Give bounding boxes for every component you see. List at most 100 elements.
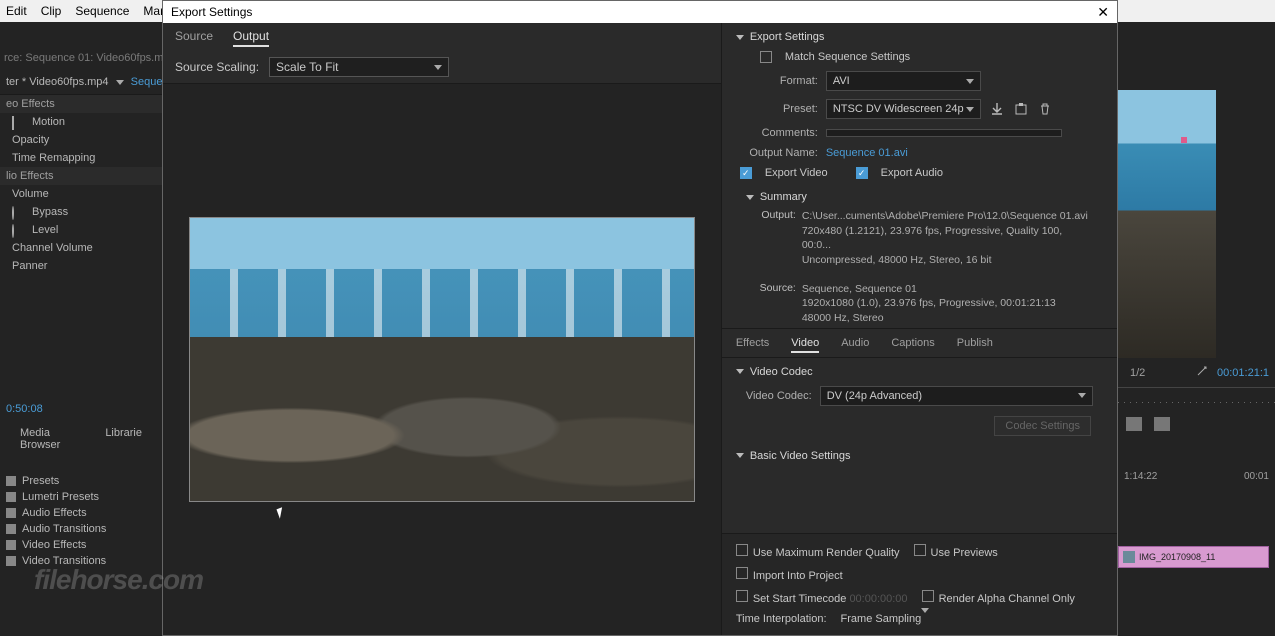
fx-time-remapping[interactable]: Time Remapping [0, 149, 162, 167]
source-scaling-label: Source Scaling: [175, 60, 259, 74]
select-value: DV (24p Advanced) [827, 390, 922, 402]
section-title: Video Codec [750, 366, 813, 378]
list-item[interactable]: Audio Transitions [0, 521, 162, 537]
summary-source-key: Source: [756, 282, 796, 326]
delete-preset-icon[interactable] [1037, 101, 1053, 117]
section-title: Export Settings [750, 31, 825, 43]
video-codec-select[interactable]: DV (24p Advanced) [820, 386, 1093, 406]
codec-settings-button[interactable]: Codec Settings [994, 416, 1091, 436]
list-item[interactable]: Video Effects [0, 537, 162, 553]
import-into-project-checkbox[interactable] [736, 567, 748, 579]
caret-down-icon [746, 195, 754, 200]
export-frame-icon[interactable] [1154, 417, 1170, 431]
fx-label: Opacity [12, 134, 49, 146]
max-render-quality-checkbox[interactable] [736, 544, 748, 556]
list-item-label: Audio Transitions [22, 523, 106, 535]
select-value: AVI [833, 75, 850, 87]
match-sequence-checkbox[interactable] [760, 51, 772, 63]
fx-bypass[interactable]: Bypass [0, 203, 162, 221]
chevron-down-icon [434, 65, 442, 70]
sequence-link[interactable]: Sequence 0 [131, 76, 162, 88]
folder-icon [6, 524, 16, 534]
list-item[interactable]: Audio Effects [0, 505, 162, 521]
chevron-down-icon [966, 107, 974, 112]
tab-output[interactable]: Output [233, 29, 269, 47]
close-button[interactable]: ✕ [1097, 4, 1109, 21]
list-item[interactable]: Presets [0, 473, 162, 489]
bottom-panel-tabs: Media Browser Librarie [0, 423, 162, 455]
tab-audio[interactable]: Audio [841, 337, 869, 353]
export-audio-label: Export Audio [881, 167, 943, 179]
caret-down-icon [736, 453, 744, 458]
source-scaling-row: Source Scaling: Scale To Fit [163, 51, 721, 84]
dialog-title: Export Settings [171, 5, 252, 19]
basic-video-settings-header[interactable]: Basic Video Settings [722, 442, 1117, 466]
format-label: Format: [746, 75, 818, 87]
export-settings-header[interactable]: Export Settings [722, 23, 1117, 47]
time-interpolation-select[interactable]: Frame Sampling [841, 613, 1011, 625]
comments-input[interactable] [826, 129, 1062, 137]
caret-down-icon [736, 35, 744, 40]
comments-label: Comments: [746, 127, 818, 139]
output-name-link[interactable]: Sequence 01.avi [826, 147, 908, 159]
fx-motion[interactable]: Motion [0, 113, 162, 131]
tab-effects[interactable]: Effects [736, 337, 769, 353]
list-item[interactable]: Lumetri Presets [0, 489, 162, 505]
fx-label: Time Remapping [12, 152, 95, 164]
menu-edit[interactable]: Edit [6, 4, 27, 18]
tab-captions[interactable]: Captions [891, 337, 934, 353]
fx-channel-volume[interactable]: Channel Volume [0, 239, 162, 257]
export-video-checkbox[interactable] [740, 167, 752, 179]
time-label: 00:01 [1244, 471, 1269, 482]
select-value: Scale To Fit [276, 60, 338, 74]
marker-icon [1181, 137, 1187, 143]
tab-video[interactable]: Video [791, 337, 819, 353]
app-left-panel: rce: Sequence 01: Video60fps.mp4: 00:0 t… [0, 22, 162, 636]
tab-publish[interactable]: Publish [957, 337, 993, 353]
fx-level[interactable]: Level [0, 221, 162, 239]
camera-icon[interactable] [1126, 417, 1142, 431]
use-previews-checkbox[interactable] [914, 544, 926, 556]
fx-opacity[interactable]: Opacity [0, 131, 162, 149]
app-right-panel: 1/2 00:01:21:1 1:14:22 00:01 IMG_2017090… [1118, 22, 1275, 636]
fx-label: Channel Volume [12, 242, 93, 254]
pager: 1/2 [1130, 367, 1145, 379]
fx-label: Level [32, 224, 58, 236]
monitor-ruler[interactable] [1118, 387, 1275, 413]
set-start-timecode-checkbox[interactable] [736, 590, 748, 602]
clip-thumbnail-icon [1123, 551, 1135, 563]
chevron-down-icon [116, 80, 124, 85]
set-start-timecode-label: Set Start Timecode [753, 593, 847, 605]
project-item[interactable]: ter * Video60fps.mp4 Sequence 0 [0, 70, 162, 95]
preset-label: Preset: [746, 103, 818, 115]
summary-header[interactable]: Summary [722, 183, 1117, 207]
fx-label: Bypass [32, 206, 68, 218]
clock-icon [12, 224, 14, 238]
dialog-left-panel: Source Output Source Scaling: Scale To F… [163, 23, 722, 635]
save-preset-icon[interactable] [989, 101, 1005, 117]
tab-media-browser[interactable]: Media Browser [20, 427, 87, 451]
preview-rocks [190, 337, 694, 501]
source-scaling-select[interactable]: Scale To Fit [269, 57, 449, 77]
preview-area [163, 84, 721, 635]
import-preset-icon[interactable] [1013, 101, 1029, 117]
tab-source[interactable]: Source [175, 29, 213, 47]
format-select[interactable]: AVI [826, 71, 981, 91]
chevron-down-icon [1078, 393, 1086, 398]
render-alpha-checkbox[interactable] [922, 590, 934, 602]
render-alpha-label: Render Alpha Channel Only [939, 593, 1075, 605]
video-codec-header[interactable]: Video Codec [722, 358, 1117, 382]
menu-clip[interactable]: Clip [41, 4, 62, 18]
fx-volume[interactable]: Volume [0, 185, 162, 203]
chevron-down-icon [921, 608, 929, 625]
project-item-name: ter * Video60fps.mp4 [6, 76, 109, 88]
tab-libraries[interactable]: Librarie [105, 427, 142, 451]
settings-icon[interactable] [1195, 364, 1209, 381]
timeline-clip[interactable]: IMG_20170908_11 [1118, 546, 1269, 568]
fx-label: Motion [32, 116, 65, 128]
fx-panner[interactable]: Panner [0, 257, 162, 275]
preset-select[interactable]: NTSC DV Widescreen 24p [826, 99, 981, 119]
menu-sequence[interactable]: Sequence [75, 4, 129, 18]
max-render-quality-label: Use Maximum Render Quality [753, 547, 900, 559]
export-audio-checkbox[interactable] [856, 167, 868, 179]
